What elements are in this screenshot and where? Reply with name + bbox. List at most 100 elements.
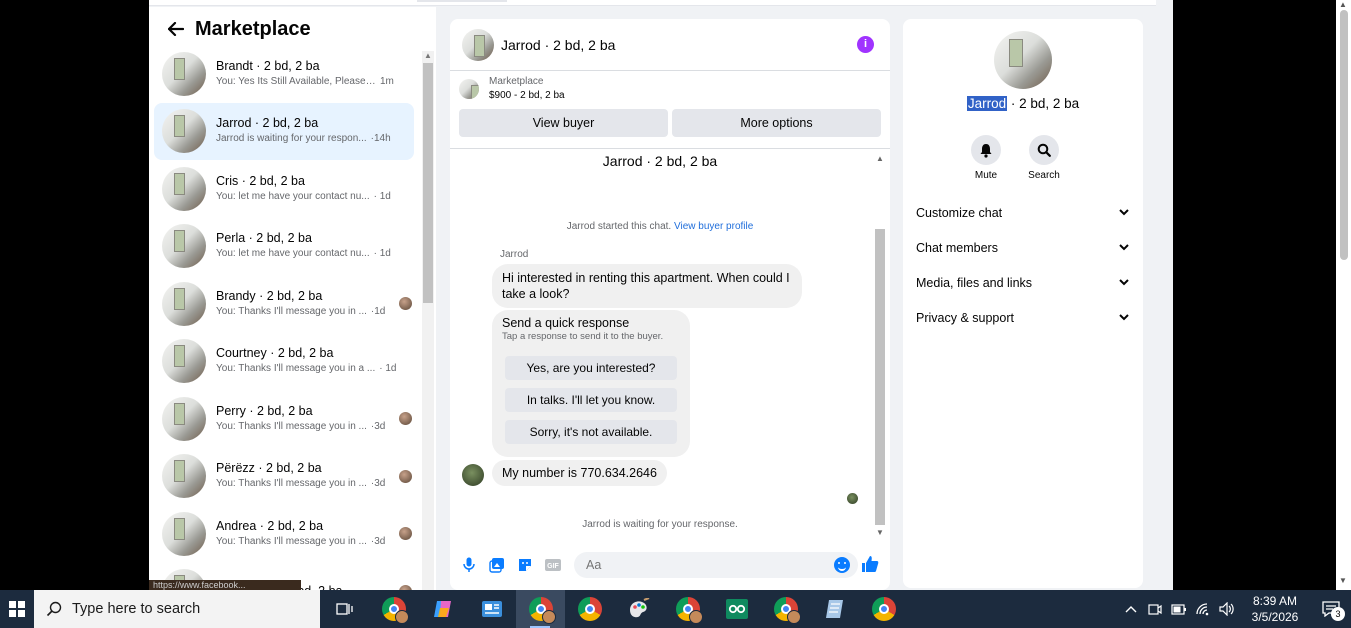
chat-members-item[interactable]: Chat members bbox=[903, 230, 1143, 265]
listing-row[interactable]: Marketplace $900 - 2 bd, 2 ba bbox=[450, 71, 890, 107]
conversation-item[interactable]: Përëzz · 2 bd, 2 ba You: Thanks I'll mess… bbox=[154, 448, 414, 506]
notification-center-button[interactable]: 3 bbox=[1311, 590, 1351, 628]
copilot-icon[interactable] bbox=[418, 590, 467, 628]
green-app-icon[interactable] bbox=[712, 590, 761, 628]
messenger-app: Marketplace Brandt · 2 bd, 2 ba You: Yes … bbox=[149, 0, 1173, 590]
view-buyer-button[interactable]: View buyer bbox=[459, 109, 668, 137]
conversation-item[interactable]: Perla · 2 bd, 2 ba You: let me have your … bbox=[154, 218, 414, 276]
quick-response-title: Send a quick response bbox=[502, 316, 630, 330]
waiting-notice: Jarrod is waiting for your response. bbox=[582, 519, 738, 530]
customize-chat-item[interactable]: Customize chat bbox=[903, 195, 1143, 230]
windows-taskbar: Type here to search 8:39 AM 3/5/2026 3 bbox=[0, 590, 1351, 628]
conversation-item[interactable]: Cris · 2 bd, 2 ba You: let me have your c… bbox=[154, 160, 414, 218]
conversation-item[interactable]: Courtney · 2 bd, 2 ba You: Thanks I'll me… bbox=[154, 333, 414, 391]
conversation-item[interactable]: Brandy · 2 bd, 2 ba You: Thanks I'll mess… bbox=[154, 275, 414, 333]
back-arrow-icon[interactable] bbox=[165, 18, 187, 40]
chrome-profile-icon-2[interactable] bbox=[663, 590, 712, 628]
conversation-time: · 1d bbox=[373, 248, 391, 260]
listing-price: $900 - 2 bd, 2 ba bbox=[489, 90, 565, 101]
wifi-icon[interactable] bbox=[1191, 590, 1215, 628]
preview-text: You: Thanks I'll message you in a ... bbox=[216, 363, 376, 375]
photo-icon[interactable] bbox=[486, 554, 508, 576]
search-icon bbox=[1029, 135, 1059, 165]
chevron-up-icon[interactable] bbox=[1119, 590, 1143, 628]
conversation-item[interactable]: Brandt · 2 bd, 2 ba You: Yes Its Still Av… bbox=[154, 45, 414, 103]
conversation-time: ·3d bbox=[370, 478, 386, 490]
chrome-profile-icon[interactable] bbox=[369, 590, 418, 628]
conversation-item[interactable]: Perry · 2 bd, 2 ba You: Thanks I'll messa… bbox=[154, 390, 414, 448]
scrollbar-thumb[interactable] bbox=[875, 229, 885, 525]
conversation-list: Brandt · 2 bd, 2 ba You: Yes Its Still Av… bbox=[154, 45, 414, 590]
notes-app-icon[interactable] bbox=[810, 590, 859, 628]
scrollbar-thumb[interactable] bbox=[423, 63, 433, 303]
start-button[interactable] bbox=[0, 590, 34, 628]
seen-avatar bbox=[847, 493, 858, 504]
sticker-icon[interactable] bbox=[514, 554, 536, 576]
top-strip bbox=[149, 0, 1156, 6]
thumbs-up-icon[interactable] bbox=[860, 554, 880, 574]
search-button[interactable]: Search bbox=[1028, 135, 1060, 181]
paint-app-icon[interactable] bbox=[614, 590, 663, 628]
microphone-icon[interactable] bbox=[458, 554, 480, 576]
view-buyer-profile-link[interactable]: View buyer profile bbox=[674, 221, 753, 232]
conversation-text: Andrea · 2 bd, 2 ba You: Thanks I'll mess… bbox=[216, 518, 401, 550]
chrome-icon[interactable] bbox=[565, 590, 614, 628]
incoming-message-number: My number is 770.634.2646 bbox=[492, 460, 667, 486]
message-input[interactable] bbox=[574, 552, 814, 578]
taskbar-search[interactable]: Type here to search bbox=[34, 590, 320, 628]
task-view-icon[interactable] bbox=[320, 590, 369, 628]
sender-avatar[interactable] bbox=[462, 464, 484, 486]
clock[interactable]: 8:39 AM 3/5/2026 bbox=[1245, 593, 1305, 625]
quick-response-yes[interactable]: Yes, are you interested? bbox=[505, 356, 677, 380]
scroll-down-icon[interactable]: ▼ bbox=[1339, 576, 1347, 585]
news-app-icon[interactable] bbox=[467, 590, 516, 628]
conversation-name: Përëzz · 2 bd, 2 ba bbox=[216, 461, 322, 476]
conversation-preview: You: Yes Its Still Available, Please ...… bbox=[216, 74, 401, 90]
battery-icon[interactable] bbox=[1167, 590, 1191, 628]
thread-scrollbar[interactable]: ▲ ▼ bbox=[874, 154, 886, 539]
listing-thumbnail bbox=[162, 339, 206, 384]
thread-title: Jarrod · 2 bd, 2 ba bbox=[602, 153, 718, 169]
details-actions: Mute Search bbox=[971, 135, 1060, 181]
info-icon[interactable]: i bbox=[857, 36, 874, 53]
quick-response-not-available[interactable]: Sorry, it's not available. bbox=[505, 420, 677, 444]
system-tray: 8:39 AM 3/5/2026 3 bbox=[1119, 590, 1351, 628]
conversation-scrollbar[interactable]: ▲ bbox=[422, 51, 434, 590]
media-files-links-item[interactable]: Media, files and links bbox=[903, 265, 1143, 300]
meet-now-icon[interactable] bbox=[1143, 590, 1167, 628]
chrome-icon-2[interactable] bbox=[859, 590, 908, 628]
conversation-text: Brandt · 2 bd, 2 ba You: Yes Its Still Av… bbox=[216, 58, 401, 90]
chat-header-name[interactable]: Jarrod · 2 bd, 2 ba bbox=[501, 37, 615, 53]
conversation-time: 1m bbox=[380, 75, 394, 87]
mute-button[interactable]: Mute bbox=[971, 135, 1001, 181]
scroll-up-icon[interactable]: ▲ bbox=[424, 51, 432, 60]
scroll-down-icon[interactable]: ▼ bbox=[876, 528, 884, 537]
details-name-rest: · 2 bd, 2 ba bbox=[1007, 96, 1080, 111]
privacy-support-item[interactable]: Privacy & support bbox=[903, 300, 1143, 335]
listing-thumbnail[interactable] bbox=[462, 28, 494, 61]
emoji-icon[interactable] bbox=[834, 557, 850, 573]
scrollbar-thumb[interactable] bbox=[1340, 10, 1348, 260]
volume-icon[interactable] bbox=[1215, 590, 1239, 628]
listing-thumbnail bbox=[162, 166, 206, 211]
bell-icon bbox=[971, 135, 1001, 165]
conversation-time: ·14h bbox=[370, 133, 391, 145]
more-options-button[interactable]: More options bbox=[672, 109, 881, 137]
conversation-name: Perry · 2 bd, 2 ba bbox=[216, 403, 313, 418]
conversation-item[interactable]: Jarrod · 2 bd, 2 ba Jarrod is waiting for… bbox=[154, 102, 414, 160]
listing-thumbnail bbox=[162, 51, 206, 96]
page-scrollbar[interactable]: ▲ ▼ bbox=[1336, 0, 1351, 590]
search-icon bbox=[46, 601, 62, 617]
details-menu: Customize chat Chat members Media, files… bbox=[903, 195, 1143, 335]
scroll-up-icon[interactable]: ▲ bbox=[1339, 0, 1347, 9]
chrome-profile-icon-active[interactable] bbox=[516, 590, 565, 628]
chrome-profile-icon-3[interactable] bbox=[761, 590, 810, 628]
chat-panel: Jarrod · 2 bd, 2 ba i Marketplace $900 -… bbox=[450, 19, 890, 590]
listing-text: Marketplace $900 - 2 bd, 2 ba bbox=[489, 75, 565, 103]
scroll-up-icon[interactable]: ▲ bbox=[876, 154, 884, 163]
listing-avatar[interactable] bbox=[994, 31, 1052, 89]
conversation-item[interactable]: Andrea · 2 bd, 2 ba You: Thanks I'll mess… bbox=[154, 505, 414, 563]
quick-response-in-talks[interactable]: In talks. I'll let you know. bbox=[505, 388, 677, 412]
gif-icon[interactable]: GIF bbox=[542, 554, 564, 576]
preview-text: You: Thanks I'll message you in ... bbox=[216, 305, 367, 317]
